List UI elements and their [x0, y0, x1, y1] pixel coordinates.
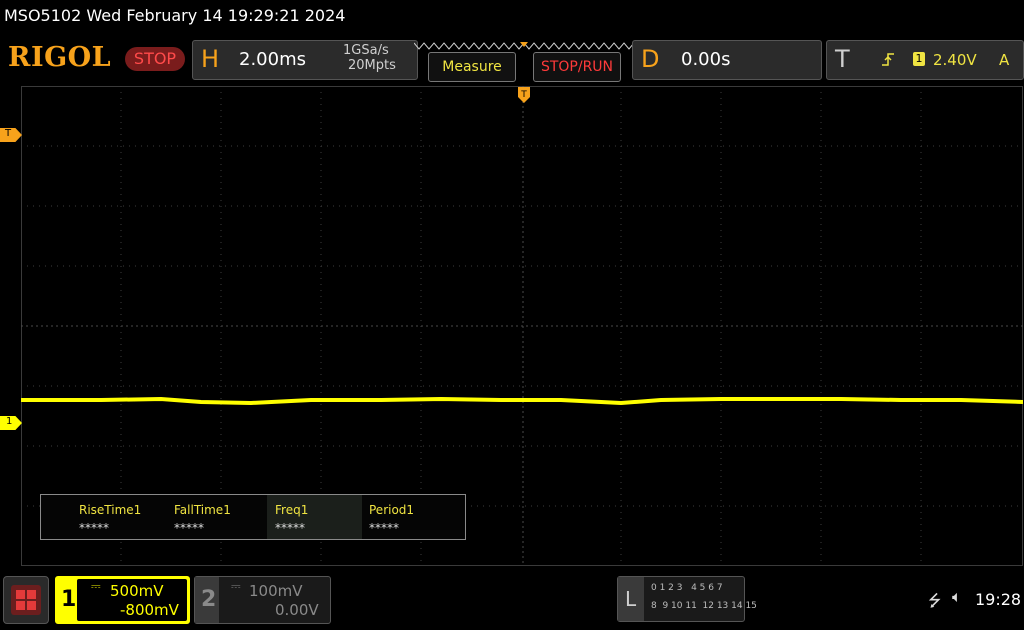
measurement-value: *****	[79, 521, 109, 535]
trigger-level: 2.40V	[933, 51, 977, 69]
memory-strip[interactable]	[413, 38, 635, 50]
delay-letter: D	[641, 45, 660, 73]
logic-analyzer-panel[interactable]: L 0 1 2 3 4 5 6 7 8 9 10 11 12 13 14 15	[617, 576, 757, 622]
sample-rate: 1GSa/s	[343, 43, 389, 58]
channel2-scale: 100mV	[249, 582, 303, 600]
channel1-offset: -800mV	[120, 601, 179, 619]
usb-icon: ⭍	[928, 593, 942, 610]
horizontal-letter: H	[201, 45, 220, 73]
rising-edge-icon	[882, 53, 894, 66]
trigger-level-marker-label: T	[5, 128, 12, 139]
measurement-freq[interactable]: Freq1 *****	[267, 495, 362, 539]
measurement-fall-time[interactable]: FallTime1 *****	[166, 495, 261, 539]
device-info-text: MSO5102 Wed February 14 19:29:21 2024	[4, 6, 346, 25]
trigger-letter: T	[835, 45, 850, 73]
dc-coupling-icon: ⎓	[91, 579, 101, 593]
logic-channels-row1: 0 1 2 3 4 5 6 7	[651, 583, 723, 593]
measure-button[interactable]: Measure	[428, 52, 516, 82]
channel1-offset-marker-label: 1	[6, 416, 13, 427]
main-menu-button[interactable]	[3, 576, 49, 624]
trigger-position-marker[interactable]: T	[517, 86, 531, 108]
channel2-panel[interactable]: 2 ⎓ 100mV 0.00V	[194, 576, 331, 624]
horizontal-panel[interactable]: H 2.00ms 1GSa/s 20Mpts	[192, 40, 418, 80]
clock-time: 19:28	[975, 590, 1022, 609]
delay-panel[interactable]: D 0.00s	[632, 40, 822, 80]
memory-depth: 20Mpts	[348, 58, 396, 73]
measure-label: Measure	[442, 59, 502, 75]
dc-coupling-icon: ⎓	[231, 579, 241, 593]
delay-value: 0.00s	[681, 49, 731, 70]
measurement-period[interactable]: Period1 *****	[361, 495, 456, 539]
timebase-value: 2.00ms	[239, 49, 306, 70]
rigol-logo: RIGOL	[8, 42, 112, 73]
stop-run-button[interactable]: STOP/RUN	[533, 52, 621, 82]
run-state-badge[interactable]: STOP	[125, 47, 185, 71]
svg-text:T: T	[520, 90, 527, 100]
memory-strip-zigzag	[413, 42, 635, 50]
trigger-panel[interactable]: T 1 2.40V A	[826, 40, 1024, 80]
measurement-label: Period1	[369, 503, 415, 517]
stop-run-label: STOP/RUN	[540, 59, 614, 75]
measurement-label: FallTime1	[174, 503, 231, 517]
channel2-offset: 0.00V	[275, 601, 319, 619]
channel1-offset-marker[interactable]: 1	[0, 416, 22, 430]
logic-letter: L	[625, 587, 637, 611]
channel1-number: 1	[61, 587, 77, 612]
menu-grid-icon	[11, 585, 41, 615]
measurement-value: *****	[369, 521, 399, 535]
measurement-value: *****	[275, 521, 305, 535]
speaker-muted-icon[interactable]: 🔈︎	[952, 589, 962, 607]
trigger-mode: A	[999, 51, 1010, 69]
measurement-label: RiseTime1	[79, 503, 142, 517]
measurement-label: Freq1	[275, 503, 309, 517]
channel2-number: 2	[201, 587, 217, 612]
trigger-level-marker[interactable]: T	[0, 128, 22, 142]
logic-channels-row2: 8 9 10 11 12 13 14 15	[651, 601, 757, 611]
trigger-source-badge: 1	[913, 52, 925, 66]
channel1-panel[interactable]: 1 ⎓ 500mV -800mV	[55, 576, 190, 624]
measurement-rise-time[interactable]: RiseTime1 *****	[71, 495, 166, 539]
channel1-scale: 500mV	[110, 582, 164, 600]
measurement-panel[interactable]: RiseTime1 ***** FallTime1 ***** Freq1 **…	[40, 494, 466, 540]
measurement-value: *****	[174, 521, 204, 535]
